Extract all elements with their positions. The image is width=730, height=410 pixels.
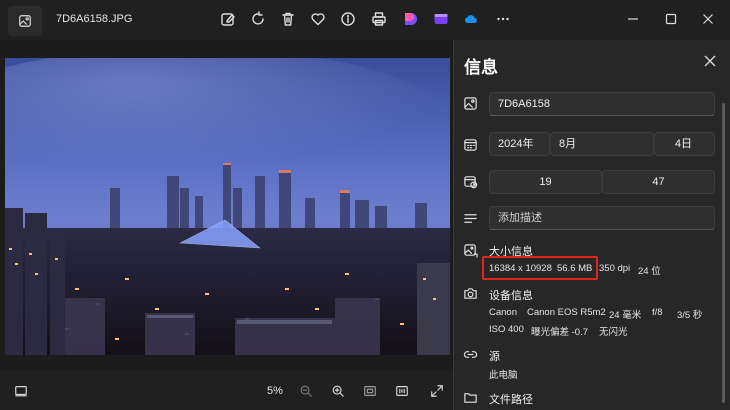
zoom-level: 5% (267, 385, 283, 397)
panel-title: 信息 (464, 58, 498, 77)
more-icon[interactable] (492, 8, 514, 30)
filmstrip-icon[interactable] (12, 382, 30, 400)
image-icon (463, 96, 479, 112)
exposure-time: 3/5 秒 (677, 310, 703, 321)
actual-size-icon[interactable] (393, 382, 411, 400)
close-window-button[interactable] (695, 8, 721, 30)
zoom-in-icon[interactable] (329, 382, 347, 400)
bit-depth: 24 位 (638, 266, 661, 277)
favorite-icon[interactable] (307, 8, 329, 30)
device-section-label: 设备信息 (489, 290, 533, 302)
panel-scrollbar[interactable] (722, 103, 725, 403)
fullscreen-icon[interactable] (428, 382, 446, 400)
hour-select[interactable]: 19 (489, 170, 602, 194)
iso-value: ISO 400 (489, 324, 524, 335)
year-select[interactable]: 2024年 (489, 132, 550, 156)
designer-app-icon[interactable] (399, 8, 421, 30)
zoom-out-icon[interactable] (297, 382, 315, 400)
camera-model: Canon EOS R5m2 (527, 307, 606, 318)
photo-city-night-skyline[interactable] (5, 58, 450, 355)
rotate-icon[interactable] (247, 8, 269, 30)
source-section-label: 源 (489, 351, 500, 363)
close-panel-icon[interactable] (704, 54, 720, 70)
delete-icon[interactable] (277, 8, 299, 30)
edit-image-icon[interactable] (217, 8, 239, 30)
bottom-bar: 5% (0, 370, 453, 410)
flash-mode: 无闪光 (599, 327, 628, 338)
description-input[interactable]: 添加描述 (489, 206, 715, 230)
link-icon (463, 347, 479, 363)
hour-value: 19 (539, 176, 552, 188)
info-icon[interactable] (337, 8, 359, 30)
path-section-label: 文件路径 (489, 394, 533, 406)
maximize-button[interactable] (658, 8, 684, 30)
calendar-icon (463, 137, 479, 153)
image-viewer (0, 40, 453, 370)
fit-to-window-icon[interactable] (361, 382, 379, 400)
month-select[interactable]: 8月 (550, 132, 654, 156)
highlight-box (482, 256, 598, 280)
name-value: 7D6A6158 (498, 98, 550, 110)
year-value: 2024年 (498, 138, 534, 150)
day-select[interactable]: 4日 (654, 132, 715, 156)
name-field[interactable]: 7D6A6158 (489, 92, 715, 116)
image-size-icon (463, 243, 479, 259)
minimize-button[interactable] (620, 8, 646, 30)
focal-length: 24 毫米 (609, 310, 642, 321)
description-placeholder: 添加描述 (498, 212, 542, 224)
clipchamp-app-icon[interactable] (430, 8, 452, 30)
month-value: 8月 (559, 138, 577, 150)
minute-value: 47 (652, 176, 665, 188)
camera-icon (463, 286, 479, 302)
onedrive-icon[interactable] (460, 8, 482, 30)
dpi-value: 350 dpi (599, 263, 631, 274)
aperture: f/8 (652, 307, 663, 318)
minute-select[interactable]: 47 (602, 170, 715, 194)
description-icon (463, 211, 479, 227)
print-icon[interactable] (368, 8, 390, 30)
photos-app-icon[interactable] (8, 6, 42, 36)
exposure-bias: 曝光偏差 -0.7 (531, 327, 589, 338)
source-value: 此电脑 (489, 370, 518, 381)
calendar-clock-icon (463, 174, 479, 190)
day-value: 4日 (674, 138, 692, 150)
camera-make: Canon (489, 307, 517, 318)
folder-icon (463, 390, 479, 406)
window-title: 7D6A6158.JPG (56, 13, 133, 25)
title-bar: 7D6A6158.JPG (0, 0, 730, 40)
